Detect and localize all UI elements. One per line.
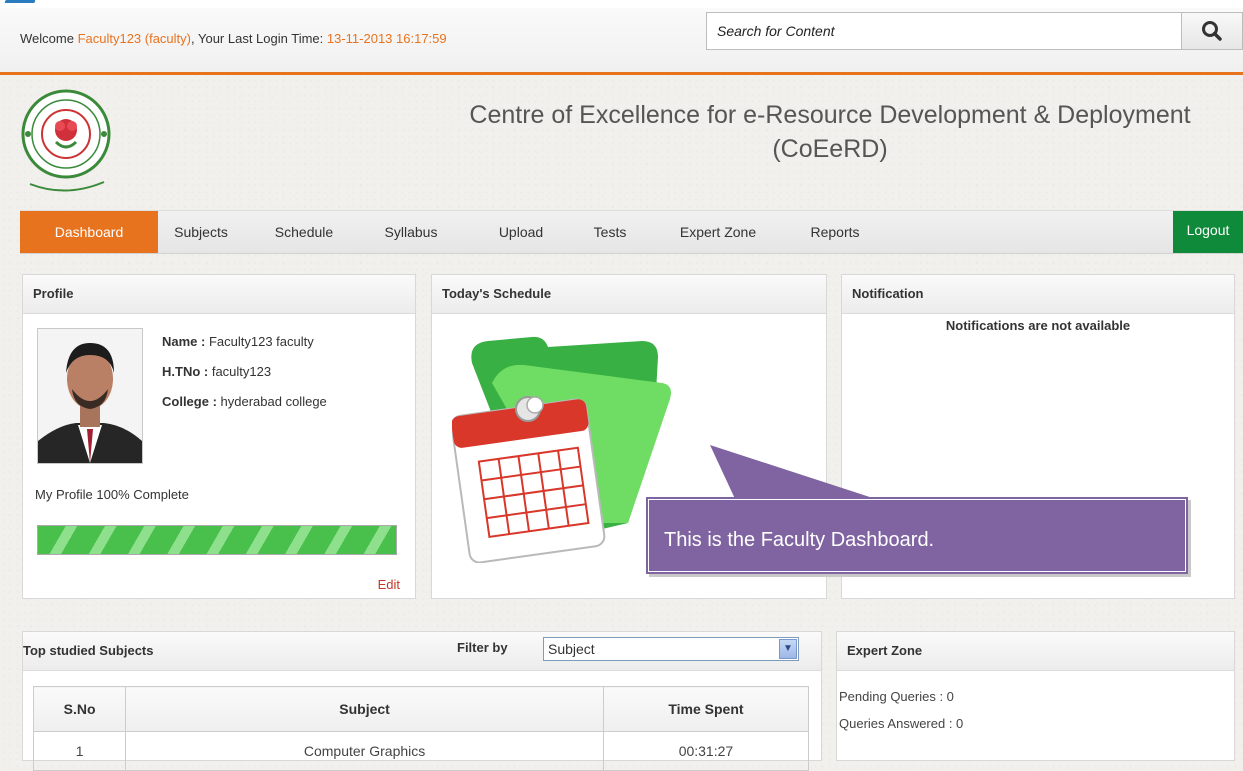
profile-photo: [37, 328, 143, 464]
cell-subject: Computer Graphics: [125, 731, 604, 771]
site-title-line1: Centre of Excellence for e-Resource Deve…: [469, 101, 1191, 129]
name-value: Faculty123 faculty: [208, 334, 314, 349]
pending-queries: Pending Queries : 0: [839, 689, 954, 704]
nav-upload[interactable]: Upload: [490, 211, 552, 253]
callout-tail: [710, 445, 882, 501]
profile-progress-bar: [37, 525, 397, 555]
notification-heading: Notification: [842, 275, 1234, 314]
htno-value: faculty123: [211, 364, 272, 379]
notification-message: Notifications are not available: [945, 318, 1131, 333]
profile-panel: Profile Name : Faculty123 faculty H.TNo …: [22, 274, 416, 599]
logout-button[interactable]: Logout: [1173, 211, 1243, 253]
filter-value: Subject: [548, 641, 595, 657]
nav-subjects[interactable]: Subjects: [166, 211, 236, 253]
callout-text: This is the Faculty Dashboard.: [664, 529, 935, 551]
col-sno: S.No: [32, 686, 127, 732]
htno-label: H.TNo :: [162, 364, 209, 379]
tutorial-callout: This is the Faculty Dashboard.: [646, 497, 1188, 574]
last-login-time: 13-11-2013 16:17:59: [326, 31, 447, 46]
avatar: [38, 329, 142, 463]
nav-tests[interactable]: Tests: [586, 211, 634, 253]
filter-select[interactable]: Subject ▼: [543, 637, 799, 661]
top-strip: [0, 0, 1243, 8]
nav-dashboard[interactable]: Dashboard: [20, 211, 158, 253]
expert-zone-heading: Expert Zone: [837, 632, 1234, 671]
site-title: Centre of Excellence for e-Resource Deve…: [420, 98, 1240, 166]
profile-heading: Profile: [23, 275, 415, 314]
filter-label: Filter by: [457, 640, 508, 655]
progress-fill: [38, 526, 396, 554]
search-icon: [1202, 21, 1222, 41]
blue-mark: [4, 0, 36, 3]
cell-sno: 1: [32, 731, 127, 771]
profile-completion-text: My Profile 100% Complete: [35, 487, 189, 502]
college-label: College :: [162, 394, 217, 409]
top-bar: Welcome Faculty123 (faculty), Your Last …: [0, 8, 1243, 75]
profile-htno: H.TNo : faculty123: [162, 364, 271, 379]
profile-name: Name : Faculty123 faculty: [162, 334, 314, 349]
college-value: hyderabad college: [220, 394, 327, 409]
table-header-row: S.No Subject Time Spent: [32, 686, 810, 732]
nav-expert-zone[interactable]: Expert Zone: [670, 211, 766, 253]
col-subject: Subject: [125, 686, 604, 732]
search-input[interactable]: [707, 13, 1181, 49]
nav-reports[interactable]: Reports: [802, 211, 868, 253]
table-row: 1 Computer Graphics 00:31:27: [32, 731, 810, 771]
queries-answered: Queries Answered : 0: [839, 716, 964, 731]
name-label: Name :: [162, 334, 206, 349]
subjects-table: S.No Subject Time Spent 1 Computer Graph…: [32, 686, 810, 771]
edit-profile-link[interactable]: Edit: [378, 577, 400, 592]
schedule-heading: Today's Schedule: [432, 275, 826, 314]
col-time-spent: Time Spent: [602, 686, 810, 732]
profile-college: College : hyderabad college: [162, 394, 327, 409]
username: Faculty123 (faculty): [77, 31, 191, 46]
chevron-down-icon[interactable]: ▼: [779, 639, 797, 659]
last-login-label: , Your Last Login Time:: [191, 31, 327, 46]
expert-zone-panel: Expert Zone Pending Queries : 0 Queries …: [836, 631, 1235, 761]
search-box: [706, 12, 1182, 50]
cell-time: 00:31:27: [602, 731, 810, 771]
welcome-text: Welcome Faculty123 (faculty), Your Last …: [20, 31, 447, 46]
nav-syllabus[interactable]: Syllabus: [376, 211, 446, 253]
university-logo: [21, 89, 111, 192]
main-nav: Dashboard Subjects Schedule Syllabus Upl…: [20, 210, 1243, 254]
search-button[interactable]: [1182, 12, 1243, 50]
site-title-line2: (CoEeRD): [772, 135, 888, 163]
nav-schedule[interactable]: Schedule: [264, 211, 344, 253]
welcome-prefix: Welcome: [20, 31, 78, 46]
subjects-panel: Top studied Subjects Filter by Subject ▼…: [22, 631, 822, 771]
